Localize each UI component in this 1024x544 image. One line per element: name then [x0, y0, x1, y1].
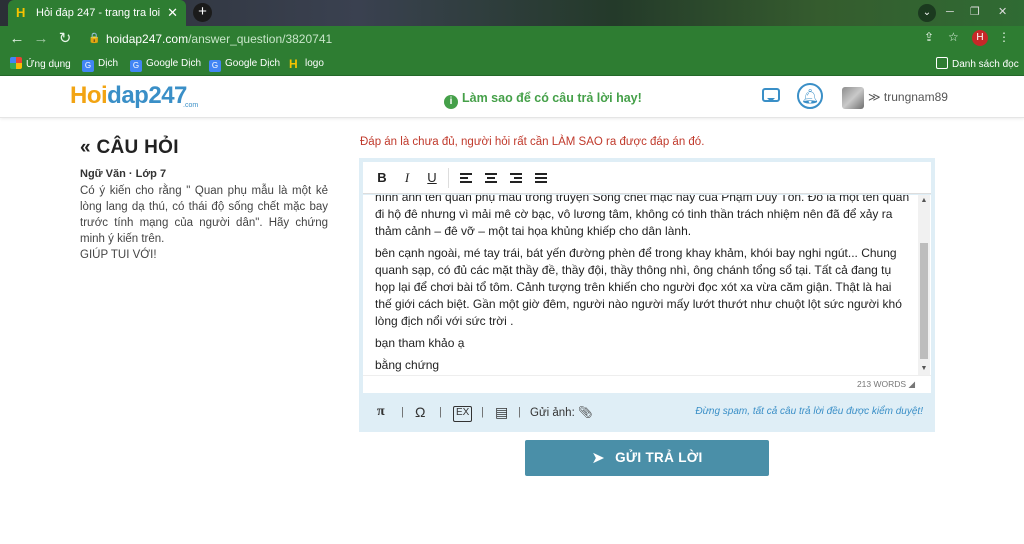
- drawing-tool-icon[interactable]: ▤: [495, 404, 508, 420]
- menu-dots-icon[interactable]: ⋮: [998, 30, 1010, 44]
- question-text: Có ý kiến cho rằng " Quan phụ mẫu là một…: [80, 185, 328, 245]
- user-avatar[interactable]: [842, 87, 864, 109]
- browser-toolbar: ← → ↻ 🔒 hoidap247.com/answer_question/38…: [0, 26, 1024, 52]
- question-heading: « CÂU HỎI: [80, 137, 179, 158]
- editor-footer: π | Ω | EX | ▤ | Gửi ảnh: 📎︎ Đừng spam, …: [363, 396, 931, 428]
- upload-image-button[interactable]: Gửi ảnh: 📎︎: [530, 405, 593, 419]
- question-plea: GIÚP TUI VỚI!: [80, 249, 157, 261]
- info-icon: i: [444, 95, 458, 109]
- equation-editor-icon[interactable]: EX: [453, 406, 473, 422]
- bookmark-star-icon[interactable]: ☆: [948, 30, 959, 44]
- browser-tab[interactable]: H Hỏi đáp 247 - trang tra loi ✕: [8, 0, 186, 26]
- answer-paragraph: hình ảnh tên quan phụ mẫu trong truyện S…: [375, 195, 910, 238]
- math-pi-icon[interactable]: π: [377, 404, 385, 420]
- bookmark-google-dich-2[interactable]: G Google Dịch: [209, 57, 280, 72]
- share-icon[interactable]: ⇪: [924, 30, 934, 44]
- bookmark-logo[interactable]: Hlogo: [289, 57, 324, 71]
- answer-paragraph: bằng chứng: [375, 358, 440, 372]
- tab-title: Hỏi đáp 247 - trang tra loi: [36, 7, 161, 19]
- profile-avatar[interactable]: H: [972, 30, 988, 46]
- answer-paragraph: bên cạnh ngoài, mé tay trái, bát yến đườ…: [375, 246, 902, 328]
- toolbar-divider: [448, 168, 449, 188]
- align-justify-button[interactable]: [535, 173, 547, 183]
- send-plane-icon: ➤: [591, 450, 606, 467]
- editor-scrollbar[interactable]: ▲ ▼: [918, 195, 930, 375]
- browser-tab-strip: H Hỏi đáp 247 - trang tra loi ✕ + ⌄ ─ ❐ …: [0, 0, 1024, 26]
- align-left-button[interactable]: [460, 173, 472, 183]
- bookmark-apps[interactable]: Ứng dụng: [10, 57, 71, 72]
- answer-editor: B I U hình ảnh tên quan phụ mẫu trong tr…: [359, 158, 935, 432]
- answer-tips-link[interactable]: i Làm sao để có câu trả lời hay!: [444, 91, 642, 109]
- new-tab-button[interactable]: +: [193, 3, 212, 22]
- chat-icon[interactable]: [762, 88, 780, 102]
- forward-icon[interactable]: →: [32, 30, 50, 48]
- chevron-down-icon: ≫: [868, 90, 884, 104]
- align-right-button[interactable]: [510, 173, 522, 183]
- question-subject: Ngữ Văn · Lớp 7: [80, 168, 167, 180]
- bold-button[interactable]: B: [373, 169, 391, 187]
- bookmark-google-dich-1[interactable]: G Google Dịch: [130, 57, 201, 72]
- reload-icon[interactable]: ↻: [56, 30, 74, 48]
- reading-list-icon: [936, 57, 948, 69]
- notification-bell-icon[interactable]: 🔔︎: [797, 83, 823, 109]
- scroll-up-icon[interactable]: ▲: [920, 197, 928, 204]
- user-menu[interactable]: ≫ trungnam89: [868, 90, 948, 104]
- editor-toolbar: B I U: [363, 162, 931, 194]
- hoidap-favicon-icon: H: [16, 5, 26, 20]
- question-body: Có ý kiến cho rằng " Quan phụ mẫu là một…: [80, 183, 328, 263]
- align-center-button[interactable]: [485, 173, 497, 183]
- site-header: Hoidap247 .com i Làm sao để có câu trả lờ…: [0, 76, 1024, 118]
- url-path: /answer_question/3820741: [188, 32, 333, 46]
- underline-button[interactable]: U: [423, 169, 441, 187]
- reading-list[interactable]: Danh sách đọc: [936, 57, 1019, 72]
- submit-answer-button[interactable]: ➤ GỬI TRẢ LỜI: [525, 440, 769, 476]
- italic-button[interactable]: I: [398, 169, 416, 187]
- resize-handle-icon[interactable]: ◢: [908, 379, 915, 389]
- apps-grid-icon: [10, 57, 22, 69]
- word-count: 213 WORDS ◢: [363, 375, 931, 393]
- scrollbar-thumb[interactable]: [920, 243, 928, 359]
- spam-warning: Đừng spam, tất cả câu trả lời đều được k…: [695, 406, 923, 417]
- scroll-down-icon[interactable]: ▼: [920, 365, 928, 372]
- google-translate-icon: G: [209, 60, 221, 72]
- address-bar[interactable]: 🔒 hoidap247.com/answer_question/3820741: [82, 28, 1012, 50]
- bookmark-dich[interactable]: G Dịch: [82, 57, 118, 72]
- hoidap-favicon-icon: H: [289, 57, 298, 71]
- tab-search-chevron-icon[interactable]: ⌄: [918, 4, 936, 22]
- url-host: hoidap247.com: [106, 32, 189, 46]
- bookmarks-bar: Ứng dụng G Dịch G Google Dịch G Google Dịch…: [0, 52, 1024, 76]
- paperclip-icon: 📎︎: [577, 407, 593, 419]
- omega-symbol-icon[interactable]: Ω: [415, 404, 425, 420]
- google-translate-icon: G: [130, 60, 142, 72]
- answer-paragraph: bạn tham khảo ạ: [375, 336, 465, 350]
- lock-icon: 🔒: [88, 33, 101, 44]
- answer-notice: Đáp án là chưa đủ, người hỏi rất cần LÀM…: [360, 136, 705, 148]
- answer-textarea[interactable]: hình ảnh tên quan phụ mẫu trong truyện S…: [363, 195, 931, 375]
- site-logo[interactable]: Hoidap247: [70, 82, 187, 110]
- close-tab-icon[interactable]: ✕: [167, 5, 178, 21]
- back-icon[interactable]: ←: [8, 30, 26, 48]
- logo-domain-suffix: .com: [183, 102, 199, 109]
- google-translate-icon: G: [82, 60, 94, 72]
